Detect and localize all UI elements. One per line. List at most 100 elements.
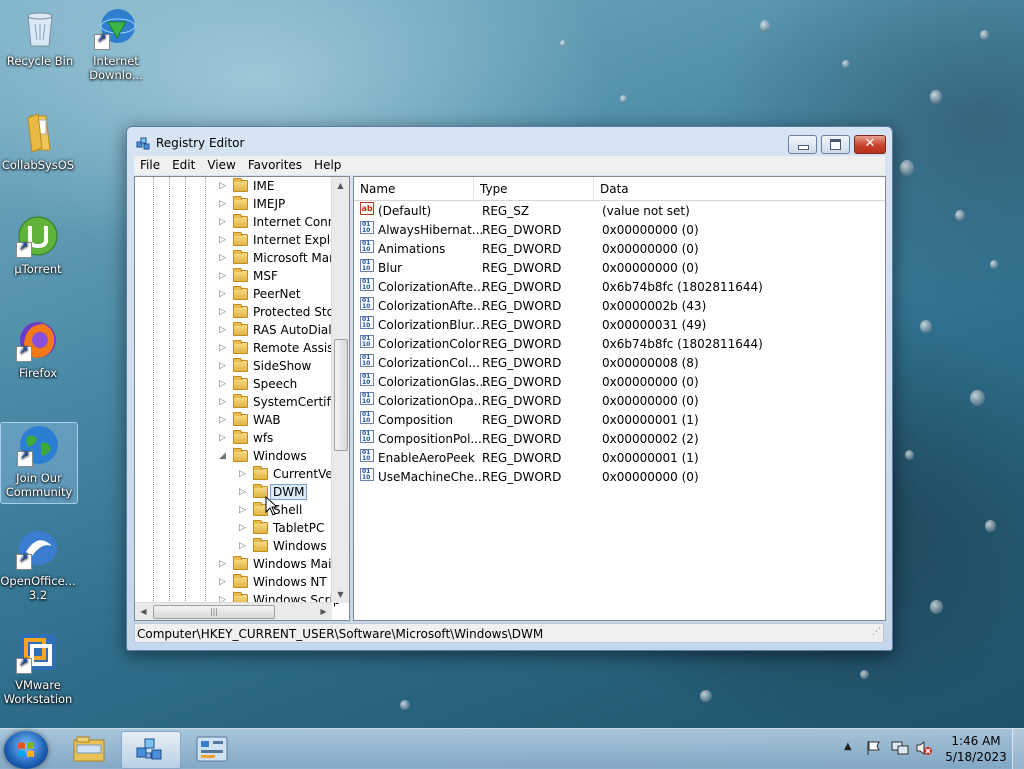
column-header-name[interactable]: Name: [354, 177, 474, 200]
tree-item[interactable]: ▷ Microsoft Man: [219, 249, 337, 267]
tree-item[interactable]: ▷ WAB: [219, 411, 281, 429]
tree-item[interactable]: ◢ Windows: [219, 447, 307, 465]
desktop-icon-collabsysos[interactable]: CollabSysOS: [0, 110, 76, 172]
desktop-icon-utorrent[interactable]: µTorrent: [0, 214, 76, 276]
registry-value-row[interactable]: ColorizationBlur...REG_DWORD 0x00000031 (…: [354, 316, 885, 335]
expand-arrow-icon[interactable]: ▷: [218, 429, 227, 447]
expand-arrow-icon[interactable]: ▷: [218, 375, 227, 393]
scroll-left-arrow[interactable]: ◀: [135, 603, 152, 620]
registry-value-row[interactable]: ColorizationColorREG_DWORD 0x6b74b8fc (18…: [354, 335, 885, 354]
expand-arrow-icon[interactable]: ▷: [238, 465, 247, 483]
registry-value-row[interactable]: ColorizationCol...REG_DWORD 0x00000008 (8…: [354, 354, 885, 373]
action-center-flag-icon[interactable]: [866, 740, 882, 759]
tree-item[interactable]: ▷ Windows Mail: [219, 555, 335, 573]
tree-item[interactable]: ▷ RAS AutoDial: [219, 321, 332, 339]
tree-item[interactable]: ▷ CurrentVer: [239, 465, 338, 483]
taskbar-windows-explorer[interactable]: [60, 731, 118, 767]
tree-item[interactable]: ▷ Speech: [219, 375, 297, 393]
registry-value-row[interactable]: UseMachineChe...REG_DWORD 0x00000000 (0): [354, 468, 885, 487]
menu-edit[interactable]: Edit: [166, 156, 201, 175]
taskbar-control-panel[interactable]: [183, 731, 241, 767]
tree-horizontal-scrollbar[interactable]: ◀ ||| ▶: [135, 602, 332, 620]
registry-value-row[interactable]: CompositionPol...REG_DWORD 0x00000002 (2): [354, 430, 885, 449]
menu-help[interactable]: Help: [308, 156, 347, 175]
expand-arrow-icon[interactable]: ▷: [238, 501, 247, 519]
close-button[interactable]: ✕: [854, 135, 886, 154]
tree-item[interactable]: ▷ Internet Explor: [219, 231, 342, 249]
taskbar-clock[interactable]: 1:46 AM 5/18/2023: [944, 733, 1008, 765]
registry-value-row[interactable]: ab (Default) REG_SZ (value not set): [354, 202, 885, 221]
expand-arrow-icon[interactable]: ▷: [218, 231, 227, 249]
tree-item[interactable]: ▷ wfs: [219, 429, 273, 447]
taskbar-registry-editor[interactable]: [121, 731, 181, 769]
expand-arrow-icon[interactable]: ▷: [218, 267, 227, 285]
registry-value-row[interactable]: ColorizationAfte...REG_DWORD 0x0000002b (…: [354, 297, 885, 316]
tree-item[interactable]: ▷ Remote Assista: [219, 339, 345, 357]
registry-values-list[interactable]: Name Type Data ab (Default) REG_SZ (value n…: [353, 176, 886, 621]
expand-arrow-icon[interactable]: ▷: [238, 519, 247, 537]
tree-item[interactable]: ▷ Internet Conne: [219, 213, 343, 231]
tree-item[interactable]: ▷ IME: [219, 177, 274, 195]
registry-value-row[interactable]: Blur REG_DWORD 0x00000000 (0): [354, 259, 885, 278]
tree-item[interactable]: ▷ Windows NT: [219, 573, 327, 591]
desktop-icon-recycle-bin[interactable]: Recycle Bin: [2, 6, 78, 68]
title-bar[interactable]: Registry Editor ✕: [127, 127, 892, 157]
menu-view[interactable]: View: [201, 156, 241, 175]
expand-arrow-icon[interactable]: ▷: [218, 195, 227, 213]
tree-vertical-scrollbar[interactable]: ▲ ▼: [331, 177, 349, 603]
resize-grip-icon[interactable]: ⋰: [872, 622, 881, 642]
expand-arrow-icon[interactable]: ▷: [218, 339, 227, 357]
tree-item[interactable]: ▷ MSF: [219, 267, 278, 285]
expand-arrow-icon[interactable]: ▷: [238, 537, 247, 555]
maximize-button[interactable]: [821, 135, 850, 154]
tree-item[interactable]: ▷ TabletPC: [239, 519, 324, 537]
registry-value-row[interactable]: EnableAeroPeek REG_DWORD 0x00000001 (1): [354, 449, 885, 468]
tree-item[interactable]: ▷ Protected Stor: [219, 303, 339, 321]
expand-arrow-icon[interactable]: ▷: [218, 213, 227, 231]
volume-muted-icon[interactable]: [915, 740, 933, 759]
registry-key-tree[interactable]: ▷ IME ▷ IMEJP ▷ Internet Conne ▷ Internet Explo…: [134, 176, 350, 621]
scroll-thumb[interactable]: |||: [153, 605, 275, 619]
show-desktop-button[interactable]: [1012, 729, 1024, 769]
registry-value-row[interactable]: AlwaysHibernat...REG_DWORD 0x00000000 (0): [354, 221, 885, 240]
desktop-icon-vmware[interactable]: VMware Workstation: [0, 630, 76, 706]
tree-item[interactable]: ▷ SideShow: [219, 357, 311, 375]
registry-value-row[interactable]: ColorizationOpa...REG_DWORD 0x00000000 (0…: [354, 392, 885, 411]
minimize-button[interactable]: [788, 135, 817, 154]
network-icon[interactable]: [891, 740, 909, 759]
collapse-arrow-icon[interactable]: ◢: [218, 447, 227, 465]
start-button[interactable]: [4, 731, 48, 769]
expand-arrow-icon[interactable]: ▷: [218, 249, 227, 267]
expand-arrow-icon[interactable]: ▷: [218, 393, 227, 411]
expand-arrow-icon[interactable]: ▷: [218, 321, 227, 339]
tree-item[interactable]: ▷ IMEJP: [219, 195, 285, 213]
tree-item[interactable]: ▷ SystemCertific: [219, 393, 341, 411]
desktop-icon-internet-download-manager[interactable]: Internet Downlo...: [78, 6, 154, 82]
expand-arrow-icon[interactable]: ▷: [218, 303, 227, 321]
tree-item[interactable]: ▷ PeerNet: [219, 285, 301, 303]
registry-value-row[interactable]: Animations REG_DWORD 0x00000000 (0): [354, 240, 885, 259]
registry-value-row[interactable]: Composition REG_DWORD 0x00000001 (1): [354, 411, 885, 430]
expand-arrow-icon[interactable]: ▷: [218, 285, 227, 303]
registry-value-row[interactable]: ColorizationAfte...REG_DWORD 0x6b74b8fc (…: [354, 278, 885, 297]
scroll-thumb[interactable]: [334, 339, 348, 451]
expand-arrow-icon[interactable]: ▷: [218, 555, 227, 573]
scroll-down-arrow[interactable]: ▼: [332, 586, 349, 603]
column-header-data[interactable]: Data: [594, 177, 885, 200]
tree-item[interactable]: ▷ Windows E: [239, 537, 338, 555]
scroll-right-arrow[interactable]: ▶: [315, 603, 332, 620]
desktop-icon-join-our-community[interactable]: Join Our Community: [0, 422, 78, 504]
expand-arrow-icon[interactable]: ▷: [238, 483, 247, 501]
scroll-up-arrow[interactable]: ▲: [332, 177, 349, 194]
desktop-icon-firefox[interactable]: Firefox: [0, 318, 76, 380]
expand-arrow-icon[interactable]: ▷: [218, 573, 227, 591]
column-header-type[interactable]: Type: [474, 177, 594, 200]
registry-value-row[interactable]: ColorizationGlas...REG_DWORD 0x00000000 (…: [354, 373, 885, 392]
desktop-icon-openoffice[interactable]: OpenOffice... 3.2: [0, 526, 76, 602]
expand-arrow-icon[interactable]: ▷: [218, 411, 227, 429]
expand-arrow-icon[interactable]: ▷: [218, 357, 227, 375]
menu-file[interactable]: File: [134, 156, 166, 175]
registry-editor-window[interactable]: Registry Editor ✕ File Edit View Favorites H…: [126, 126, 893, 651]
menu-favorites[interactable]: Favorites: [242, 156, 308, 175]
show-hidden-icons-icon[interactable]: ▲: [844, 741, 852, 752]
